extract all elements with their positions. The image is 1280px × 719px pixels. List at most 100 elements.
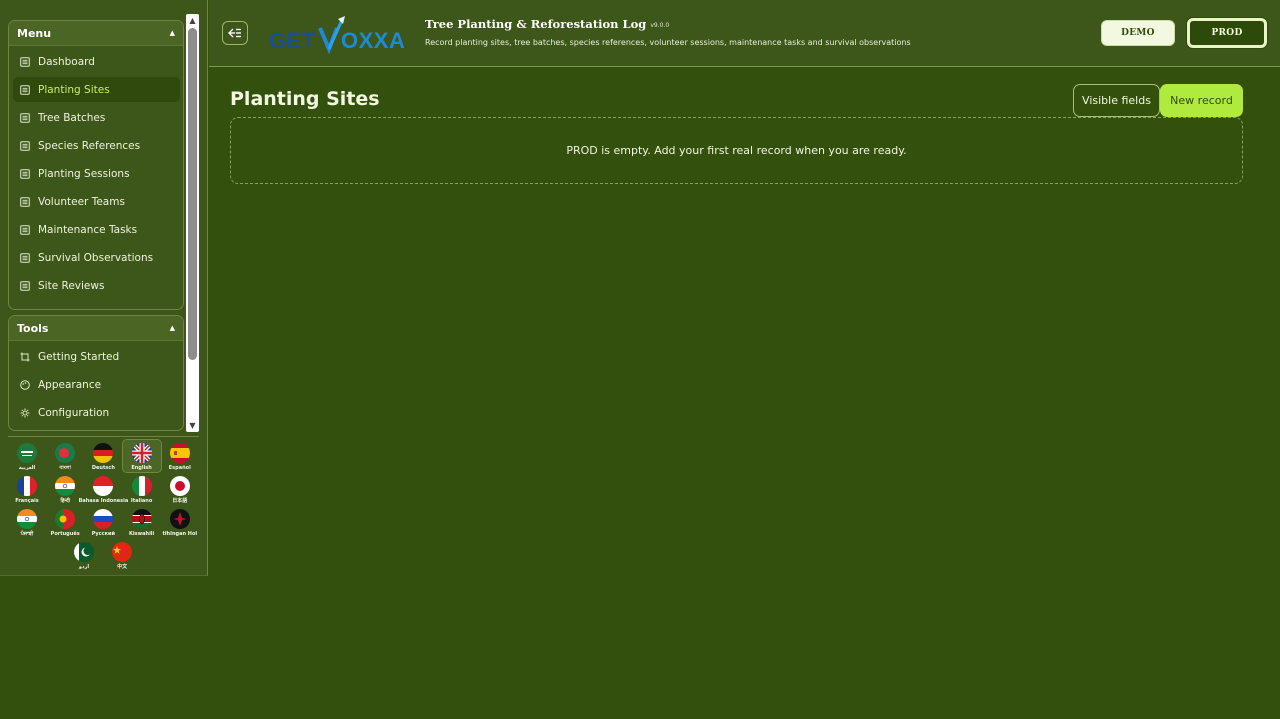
language-label: বাংলা [59,465,71,471]
language-option-lang-16[interactable]: 中文 [103,539,141,571]
language-option-lang-15[interactable]: اردو [65,539,103,571]
language-option-deutsch[interactable]: Deutsch [84,440,122,472]
germany-flag-icon [93,443,114,463]
list-icon [20,280,30,291]
sidebar-toggle-button[interactable] [222,21,248,45]
empty-state-message: PROD is empty. Add your first real recor… [566,144,907,157]
menu-panel: Menu ▲ Dashboard Planting Sites Tree Batch… [8,20,184,310]
language-option-lang-12[interactable]: Русский [84,506,122,538]
sidebar-item-species-references[interactable]: Species References [13,133,180,158]
sidebar-item-label: Appearance [38,378,102,391]
language-option-italiano[interactable]: Italiano [123,473,161,505]
saudi-arabia-flag-icon [17,443,37,463]
russia-flag-icon [93,509,114,529]
prod-env-button[interactable]: PROD [1187,18,1267,48]
demo-env-button[interactable]: DEMO [1101,20,1175,46]
language-label: ਪੰਜਾਬੀ [20,531,34,537]
language-label: Português [50,531,80,537]
sidebar-scrollbar[interactable]: ▲ ▼ [186,14,199,432]
language-label: tlhIngan Hol [162,531,198,537]
language-label: Kiswahili [128,531,155,537]
sidebar-item-getting-started[interactable]: Getting Started [13,344,180,369]
india-flag-icon [55,476,76,496]
tools-panel-header[interactable]: Tools ▲ [9,316,183,341]
china-flag-icon [112,542,133,562]
app-title: Tree Planting & Reforestation Log v9.0.0 [425,17,670,31]
language-option-bahasa-indonesia[interactable]: Bahasa Indonesia [79,473,128,505]
language-option-espa-ol[interactable]: Español [161,440,199,472]
palette-icon [20,379,30,390]
india-flag-icon [17,509,37,529]
list-icon [20,112,30,123]
collapse-caret-icon[interactable]: ▲ [170,29,175,37]
list-icon [20,56,30,67]
sidebar-item-label: Survival Observations [38,251,154,264]
sidebar-item-volunteer-teams[interactable]: Volunteer Teams [13,189,180,214]
language-option-lang-9[interactable]: 日本語 [161,473,199,505]
language-option-portugu-s[interactable]: Português [46,506,84,538]
language-option-lang-10[interactable]: ਪੰਜਾਬੀ [8,506,46,538]
language-label: اردو [78,564,90,570]
language-option-lang-0[interactable]: العربية [8,440,46,472]
sidebar-item-label: Getting Started [38,350,120,363]
spain-flag-icon [169,443,190,463]
language-option-english[interactable]: English [121,439,162,473]
language-label: Deutsch [91,465,115,471]
portugal-flag-icon [55,509,76,529]
scroll-up-arrow-icon[interactable]: ▲ [188,16,197,25]
sidebar-item-label: Volunteer Teams [38,195,125,208]
sidebar-item-planting-sessions[interactable]: Planting Sessions [13,161,180,186]
sidebar-item-label: Site Reviews [38,279,105,292]
kenya-flag-icon [131,509,152,529]
japan-flag-icon [169,476,190,496]
language-label: Français [15,498,39,504]
language-option-fran-ais[interactable]: Français [8,473,46,505]
app-header: GET OXXA Tree Planting & Reforestation L… [209,0,1280,67]
collapse-caret-icon[interactable]: ▲ [170,324,175,332]
language-option-kiswahili[interactable]: Kiswahili [123,506,161,538]
list-icon [20,168,30,179]
scrollbar-thumb[interactable] [188,28,197,360]
sidebar-nav: Menu ▲ Dashboard Planting Sites Tree Batch… [0,14,200,432]
language-label: Русский [91,531,116,537]
list-icon [20,224,30,235]
sidebar-item-appearance[interactable]: Appearance [13,372,180,397]
sidebar-item-label: Configuration [38,406,110,419]
klingon-flag-icon [169,509,190,529]
tools-panel-title: Tools [17,321,49,335]
empty-state: PROD is empty. Add your first real recor… [230,117,1243,184]
page-title: Planting Sites [230,88,380,110]
menu-panel-title: Menu [17,26,52,40]
sidebar-item-maintenance-tasks[interactable]: Maintenance Tasks [13,217,180,242]
gear-icon [20,408,30,418]
sidebar-item-label: Dashboard [38,55,95,68]
sidebar-item-label: Planting Sessions [38,167,130,180]
scroll-down-arrow-icon[interactable]: ▼ [188,421,197,430]
sidebar-item-survival-observations[interactable]: Survival Observations [13,245,180,270]
sidebar-item-label: Species References [38,139,141,152]
language-label: English [131,465,152,471]
language-label: 中文 [117,564,128,570]
new-record-button[interactable]: New record [1160,84,1243,117]
language-label: Español [168,465,191,471]
collapse-sidebar-icon [228,28,241,38]
sidebar-item-configuration[interactable]: Configuration [13,400,180,425]
sidebar-item-label: Tree Batches [38,111,106,124]
tools-panel: Tools ▲ Getting Started Appearance Configu… [8,315,184,431]
menu-panel-header[interactable]: Menu ▲ [9,21,183,46]
sidebar-item-planting-sites[interactable]: Planting Sites [13,77,180,102]
france-flag-icon [17,476,37,496]
sidebar-item-site-reviews[interactable]: Site Reviews [13,273,180,298]
bangladesh-flag-icon [55,443,76,463]
language-option-lang-1[interactable]: বাংলা [46,440,84,472]
sidebar-item-tree-batches[interactable]: Tree Batches [13,105,180,130]
list-icon [20,140,30,151]
visible-fields-button[interactable]: Visible fields [1073,84,1160,117]
language-label: Italiano [130,498,153,504]
sidebar-item-dashboard[interactable]: Dashboard [13,49,180,74]
app-subtitle: Record planting sites, tree batches, spe… [425,38,911,47]
language-label: 日本語 [172,498,188,504]
language-option-tlhingan-hol[interactable]: tlhIngan Hol [161,506,199,538]
language-label: हिन्दी [60,498,70,504]
uk-flag-icon [131,443,152,463]
